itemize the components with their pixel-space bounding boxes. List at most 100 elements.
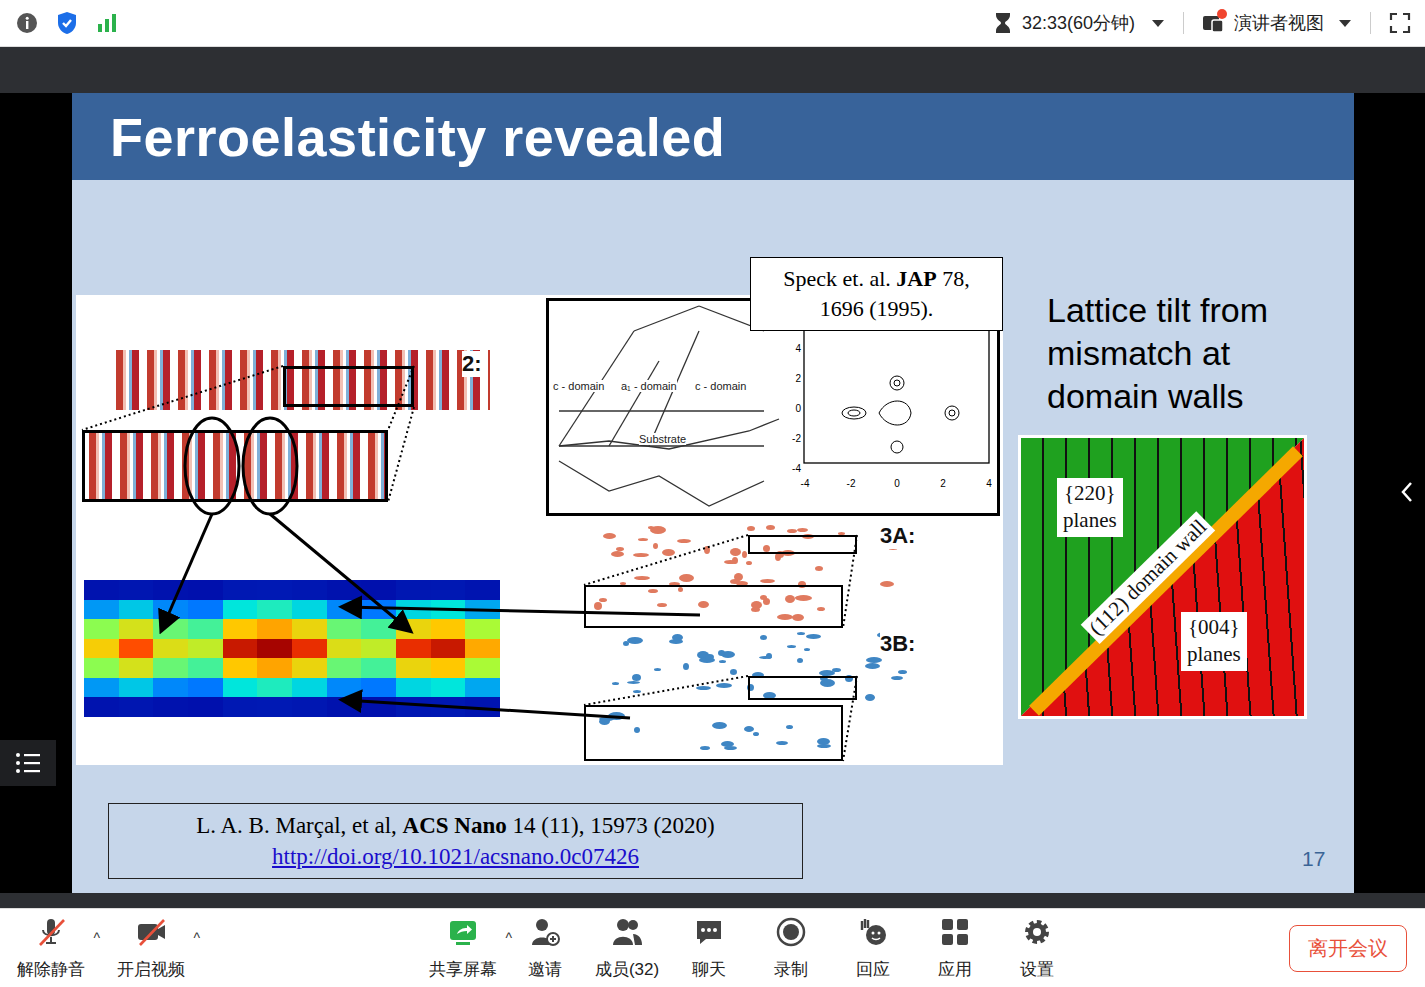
menu-caret[interactable]: ^ [505, 930, 512, 946]
signal-icon[interactable] [96, 13, 118, 33]
ref-journal: ACS Nano [403, 813, 507, 838]
toolbar-label: 应用 [938, 958, 972, 981]
react-icon[interactable] [857, 916, 889, 948]
ref-details: 14 (11), 15973 (2020) [507, 813, 715, 838]
dropdown-icon[interactable] [1151, 18, 1165, 28]
icon-holder [135, 916, 167, 953]
toolbar-button[interactable]: 解除静音^ [10, 916, 92, 981]
toolbar-label: 成员(32) [595, 958, 659, 981]
meeting-timer: 32:33(60分钟) [1022, 11, 1135, 35]
domain-wall-figure: {220}planes{004}planes(112) domain wall [1018, 435, 1307, 719]
icon-holder [1021, 916, 1053, 953]
stage: Ferroelasticity revealed c - domain a₁ - d… [0, 47, 1425, 908]
figure-label: 3B: [880, 631, 915, 657]
presentation-area: Ferroelasticity revealed c - domain a₁ - d… [0, 93, 1425, 893]
view-mode-button[interactable]: 演讲者视图 [1234, 11, 1324, 35]
toolbar-button[interactable]: 录制 [750, 916, 832, 981]
side-caption: Lattice tilt from mismatch at domain wal… [1047, 289, 1347, 418]
meeting-toolbar: 解除静音^开启视频^共享屏幕^邀请成员(32)聊天录制回应应用设置离开会议 [0, 908, 1425, 987]
zoom-box [748, 676, 857, 700]
toolbar-label: 解除静音 [17, 958, 85, 981]
toolbar-button[interactable]: 邀请 [504, 916, 586, 981]
slide: Ferroelasticity revealed c - domain a₁ - d… [72, 93, 1354, 893]
domain-strip [112, 350, 490, 410]
members-icon[interactable] [611, 916, 643, 948]
axis-tick: -4 [797, 478, 813, 489]
speck-citation: Speck et. al. JAP 78,1696 (1995). [750, 257, 1003, 331]
icon-holder [611, 916, 643, 953]
plane-label: {004}planes [1181, 612, 1247, 671]
toolbar-label: 开启视频 [117, 958, 185, 981]
diagram-label: Substrate [639, 433, 686, 445]
info-icon[interactable] [16, 12, 38, 34]
slide-title: Ferroelasticity revealed [110, 106, 725, 168]
axis-tick: 4 [981, 478, 997, 489]
toolbar-button[interactable]: 设置 [996, 916, 1078, 981]
toolbar-button[interactable]: 聊天 [668, 916, 750, 981]
presenter-view-icon[interactable] [1202, 12, 1224, 34]
menu-caret[interactable]: ^ [93, 930, 100, 946]
toolbar-button[interactable]: 成员(32) [586, 916, 668, 981]
axis-tick: 2 [785, 373, 801, 384]
zoom-box [584, 585, 843, 628]
mic-icon[interactable] [35, 916, 67, 948]
icon-holder [939, 916, 971, 953]
hourglass-icon [994, 12, 1012, 34]
invite-icon[interactable] [529, 916, 561, 948]
icon-holder [693, 916, 725, 953]
video-icon[interactable] [135, 916, 167, 948]
axis-tick: -2 [843, 478, 859, 489]
plane-index: {220} [1063, 480, 1117, 507]
cite-volume: 78, [937, 266, 970, 291]
slide-title-bar: Ferroelasticity revealed [72, 93, 1354, 180]
plane-index: {004} [1187, 614, 1241, 641]
notification-dot [1217, 9, 1227, 19]
chat-icon[interactable] [693, 916, 725, 948]
zoom-box [283, 366, 414, 407]
ref-authors: L. A. B. Marçal, et al, [196, 813, 402, 838]
icon-holder [857, 916, 889, 953]
toolbar-label: 共享屏幕 [429, 958, 497, 981]
diagram-label: a₁ - domain [621, 380, 677, 392]
menu-caret[interactable]: ^ [193, 930, 200, 946]
diagram-lines [549, 301, 997, 513]
toolbar-button[interactable]: 共享屏幕^ [422, 916, 504, 981]
fullscreen-icon[interactable] [1389, 12, 1411, 34]
cite-authors: Speck et. al. [783, 266, 896, 291]
toolbar-label: 录制 [774, 958, 808, 981]
toolbar-label: 设置 [1020, 958, 1054, 981]
toolbar-button[interactable]: 回应 [832, 916, 914, 981]
chevron-left-icon[interactable] [1400, 481, 1414, 503]
record-icon[interactable] [775, 916, 807, 948]
shield-icon[interactable] [56, 11, 78, 35]
apps-icon[interactable] [939, 916, 971, 948]
doi-link[interactable]: http://doi.org/10.1021/acsnano.0c07426 [272, 844, 639, 869]
icon-holder [447, 916, 479, 953]
axis-tick: -4 [785, 463, 801, 474]
toolbar-button[interactable]: 开启视频^ [110, 916, 192, 981]
share-icon[interactable] [447, 916, 479, 948]
toolbar-button[interactable]: 应用 [914, 916, 996, 981]
zoom-box [748, 535, 857, 554]
toolbar-label: 邀请 [528, 958, 562, 981]
diagram-label: c - domain [695, 380, 746, 392]
cite-journal: JAP [896, 266, 936, 291]
axis-tick: -2 [785, 433, 801, 444]
list-icon[interactable] [15, 752, 41, 774]
toolbar-label: 回应 [856, 958, 890, 981]
axis-tick: 2 [935, 478, 951, 489]
blobs-3a-zoom [588, 591, 838, 625]
figure-label: 3A: [880, 523, 915, 549]
leave-meeting-button[interactable]: 离开会议 [1289, 925, 1407, 972]
toolbar-label: 聊天 [692, 958, 726, 981]
figure-label: 2: [462, 351, 482, 377]
settings-icon[interactable] [1021, 916, 1053, 948]
plane-word: planes [1187, 641, 1241, 668]
axis-tick: 0 [785, 403, 801, 414]
outline-button[interactable] [0, 740, 56, 786]
icon-holder [529, 916, 561, 953]
side-panel-toggle[interactable] [1400, 481, 1414, 507]
figure-panel: c - domaina₁ - domainc - domainSubstrate… [76, 295, 1003, 765]
dropdown-icon[interactable] [1338, 18, 1352, 28]
axis-tick: 0 [889, 478, 905, 489]
